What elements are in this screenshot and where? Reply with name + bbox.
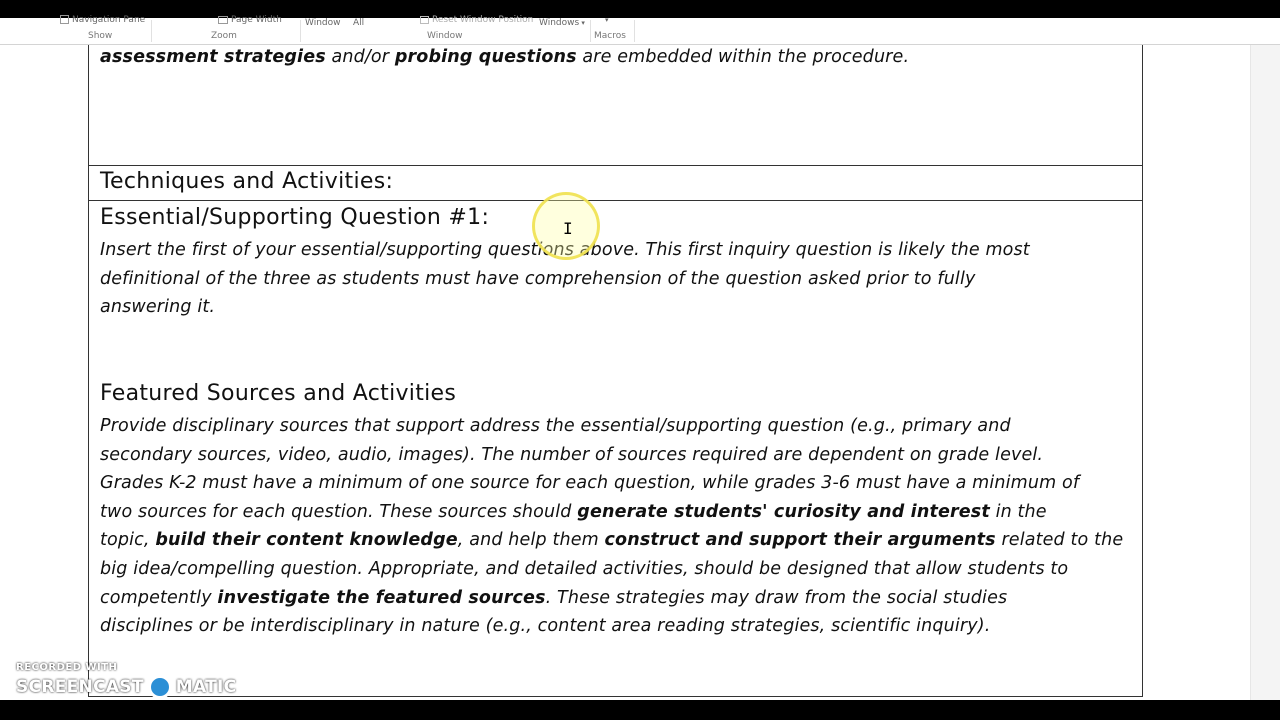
paragraph-line: competently investigate the featured sou… <box>100 584 1123 613</box>
paragraph-line: secondary sources, video, audio, images)… <box>100 444 1044 465</box>
essential-question-heading[interactable]: Essential/Supporting Question #1: <box>100 205 489 230</box>
text-run: , and help them <box>457 530 605 551</box>
window-bottom-bar <box>0 700 1280 720</box>
checkbox-icon <box>60 15 69 24</box>
table-row-border <box>88 200 1143 201</box>
text-run: two sources for each question. These sou… <box>100 501 578 522</box>
group-macros-label: Macros <box>594 31 626 41</box>
macros-dropdown-icon[interactable]: ▾ <box>605 16 609 24</box>
switch-windows-button[interactable]: Windows ▾ <box>539 18 585 28</box>
text-run: topic, <box>100 530 156 551</box>
page-width-label: Page Width <box>231 15 282 25</box>
window-top-bar <box>0 0 1280 18</box>
page-width-icon <box>218 15 228 24</box>
watermark-logo-row: SCREENCAST MATIC <box>16 675 236 699</box>
switch-windows-label: Windows <box>539 18 580 28</box>
group-window-label: Window <box>427 31 463 41</box>
bold-phrase: build their content knowledge <box>155 530 458 551</box>
table-border-bottom <box>88 696 1143 697</box>
paragraph-line: big idea/compelling question. Appropriat… <box>100 558 1069 579</box>
arrange-all-button[interactable]: All <box>353 18 364 28</box>
new-window-button[interactable]: Window <box>305 18 341 28</box>
text-run: related to the <box>995 530 1124 551</box>
bold-phrase: generate students' curiosity and interes… <box>577 501 990 522</box>
reset-window-icon <box>420 15 429 24</box>
table-border-right <box>1142 45 1143 697</box>
group-show-label: Show <box>88 31 113 41</box>
group-separator <box>300 20 301 42</box>
paragraph-line: two sources for each question. These sou… <box>100 498 1123 527</box>
table-row-border <box>88 165 1143 166</box>
text-run: . These strategies may draw from the soc… <box>545 587 1008 608</box>
text-run: in the <box>989 501 1047 522</box>
techniques-heading[interactable]: Techniques and Activities: <box>100 169 393 194</box>
ribbon-view-tab: Navigation Pane Show Page Width Zoom Win… <box>0 15 1280 45</box>
vertical-scrollbar[interactable] <box>1250 45 1280 700</box>
procedure-description-line[interactable]: assessment strategies and/or probing que… <box>100 45 909 72</box>
group-separator <box>634 20 635 42</box>
paragraph-line: answering it. <box>100 297 216 318</box>
table-border-left <box>88 45 89 697</box>
screencast-logo-icon <box>147 675 172 699</box>
reset-window-position-label: Reset Window Position <box>432 15 534 25</box>
text-run: and/or <box>325 47 395 67</box>
group-separator <box>590 20 591 42</box>
bold-phrase: investigate the featured sources <box>217 587 546 608</box>
text-run: are embedded within the procedure. <box>576 47 910 67</box>
featured-sources-heading[interactable]: Featured Sources and Activities <box>100 381 456 406</box>
bold-phrase: construct and support their arguments <box>604 530 996 551</box>
text-cursor-icon: I <box>563 219 573 238</box>
text-run: competently <box>100 587 218 608</box>
featured-sources-paragraph[interactable]: Provide disciplinary sources that suppor… <box>100 412 1123 641</box>
paragraph-line: Provide disciplinary sources that suppor… <box>100 416 1011 436</box>
paragraph-line: disciplines or be interdisciplinary in n… <box>100 616 991 637</box>
group-zoom-label: Zoom <box>211 31 237 41</box>
reset-window-position-button[interactable]: Reset Window Position <box>420 15 533 25</box>
dropdown-arrow-icon: ▾ <box>579 19 585 27</box>
assessment-strategies-text: assessment strategies <box>100 47 326 67</box>
watermark-right-text: MATIC <box>175 677 237 697</box>
paragraph-line: Grades K-2 must have a minimum of one so… <box>100 473 1080 494</box>
group-separator <box>151 20 152 42</box>
document-canvas[interactable]: assessment strategies and/or probing que… <box>0 45 1280 700</box>
watermark-left-text: SCREENCAST <box>16 677 144 697</box>
watermark-recorded-with: RECORDED WITH <box>16 662 118 673</box>
navigation-pane-label: Navigation Pane <box>72 15 146 25</box>
probing-questions-text: probing questions <box>394 47 577 67</box>
paragraph-line: definitional of the three as students mu… <box>100 268 976 289</box>
navigation-pane-checkbox[interactable]: Navigation Pane <box>60 15 145 25</box>
page-width-button[interactable]: Page Width <box>218 15 282 25</box>
paragraph-line: topic, build their content knowledge, an… <box>100 526 1123 555</box>
screencast-watermark: RECORDED WITH SCREENCAST MATIC <box>16 662 236 699</box>
